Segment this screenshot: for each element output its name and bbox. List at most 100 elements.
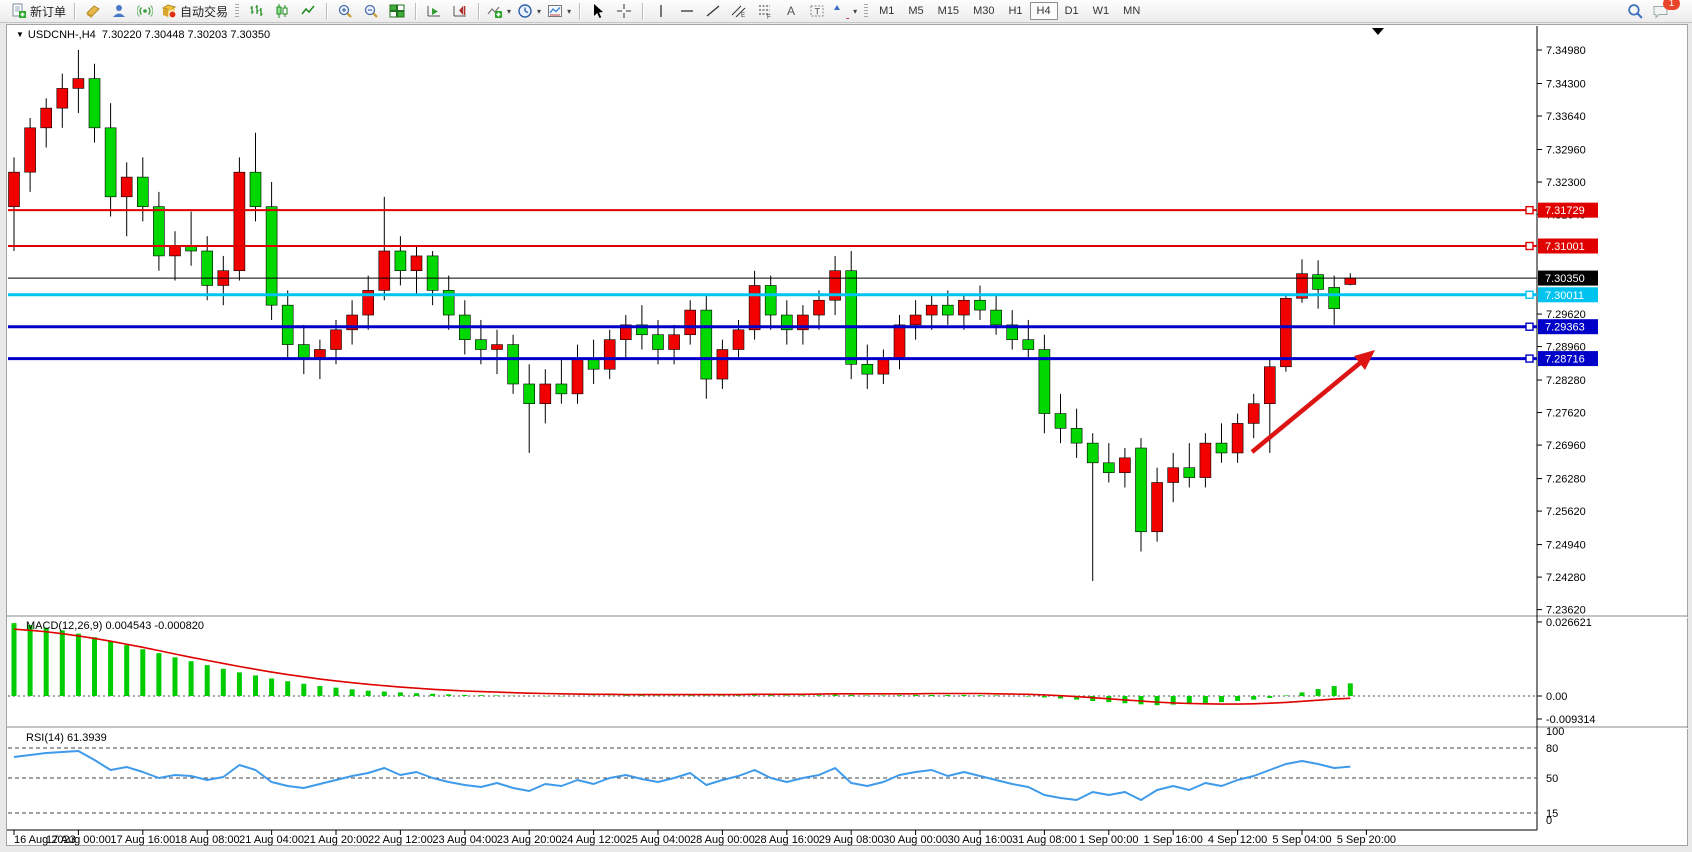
candle-up[interactable] [926,305,937,315]
periods-button[interactable]: ▾ [514,1,544,21]
trendline-tool-button[interactable] [700,1,726,21]
candle-up[interactable] [1264,367,1275,404]
channel-tool-button[interactable]: E [726,1,752,21]
candle-down[interactable] [556,384,567,394]
candle-up[interactable] [1152,483,1163,532]
candle-up[interactable] [1232,423,1243,453]
candle-up[interactable] [25,128,36,172]
candle-up[interactable] [1248,404,1259,424]
candle-down[interactable] [991,310,1002,325]
auto-scroll-button[interactable] [421,1,447,21]
candle-up[interactable] [749,285,760,329]
time-axis[interactable]: 16 Aug 202317 Aug 00:0017 Aug 16:0018 Au… [14,830,1396,846]
market-watch-button[interactable] [80,1,106,21]
candle-down[interactable] [653,335,664,350]
timeframe-m15-button[interactable]: M15 [931,2,966,20]
candle-up[interactable] [1280,298,1291,366]
candle-down[interactable] [427,256,438,290]
candle-down[interactable] [202,251,213,285]
timeframe-m1-button[interactable]: M1 [872,2,901,20]
signal-button[interactable] [132,1,158,21]
candle-up[interactable] [379,251,390,290]
timeframe-mn-button[interactable]: MN [1116,2,1147,20]
candle-down[interactable] [1136,448,1147,532]
candle-down[interactable] [1055,414,1066,429]
candle-down[interactable] [250,172,261,206]
timeframe-d1-button[interactable]: D1 [1058,2,1086,20]
candle-down[interactable] [1023,340,1034,350]
timeframe-h4-button[interactable]: H4 [1030,2,1058,20]
candle-down[interactable] [975,300,986,310]
text-label-tool-button[interactable]: T [804,1,830,21]
candle-up[interactable] [170,246,181,256]
zoom-out-button[interactable] [358,1,384,21]
candle-up[interactable] [41,108,52,128]
candle-down[interactable] [1071,428,1082,443]
candles[interactable] [9,50,1356,581]
candle-up[interactable] [492,345,503,350]
fibonacci-tool-button[interactable]: F [752,1,778,21]
candle-up[interactable] [572,359,583,393]
bar-chart-button[interactable] [243,1,269,21]
chart-menu-icon[interactable]: ▼ [16,30,24,39]
candle-up[interactable] [57,88,68,108]
candle-down[interactable] [1184,468,1195,478]
candle-down[interactable] [701,310,712,379]
candle-up[interactable] [878,359,889,374]
candle-down[interactable] [942,305,953,315]
candle-down[interactable] [1087,443,1098,463]
macd-panel[interactable]: 0.0266210.00-0.009314 [8,617,1596,726]
candle-down[interactable] [137,177,148,207]
toolbar-drag-handle[interactable] [235,4,239,19]
candle-down[interactable] [846,271,857,365]
new-order-button[interactable]: 新订单 [8,1,69,21]
candle-up[interactable] [604,340,615,370]
candle-up[interactable] [411,256,422,271]
candle-up[interactable] [669,335,680,350]
candle-up[interactable] [685,310,696,335]
line-chart-button[interactable] [295,1,321,21]
cursor-tool-button[interactable] [585,1,611,21]
candle-down[interactable] [1313,275,1324,290]
candle-down[interactable] [1216,443,1227,453]
rsi-panel[interactable]: 1008050150 [8,726,1564,827]
candle-down[interactable] [1103,463,1114,473]
candle-up[interactable] [234,172,245,271]
search-button[interactable] [1622,1,1648,21]
candle-up[interactable] [1168,468,1179,483]
toolbar-drag-handle[interactable] [864,4,868,19]
candle-up[interactable] [121,177,132,197]
candle-up[interactable] [958,300,969,315]
arrows-tool-button[interactable]: ▾ [830,1,860,21]
crosshair-tool-button[interactable] [611,1,637,21]
candle-up[interactable] [733,330,744,350]
candle-down[interactable] [282,305,293,344]
candle-down[interactable] [266,207,277,306]
candle-up[interactable] [910,315,921,325]
timeframe-m30-button[interactable]: M30 [966,2,1001,20]
text-tool-button[interactable]: A [778,1,804,21]
candle-down[interactable] [765,285,776,315]
horizontal-line-tool-button[interactable] [674,1,700,21]
price-axis[interactable]: 7.349807.343007.336407.329607.323007.316… [1537,45,1598,617]
notifications-button[interactable]: 1 [1648,1,1674,21]
vertical-line-tool-button[interactable] [648,1,674,21]
candle-up[interactable] [814,300,825,315]
candle-down[interactable] [475,340,486,350]
candle-down[interactable] [524,384,535,404]
candle-up[interactable] [540,384,551,404]
chart-shift-button[interactable] [447,1,473,21]
candle-up[interactable] [1119,458,1130,473]
zoom-in-button[interactable] [332,1,358,21]
candle-down[interactable] [105,128,116,197]
candle-down[interactable] [862,364,873,374]
tile-windows-button[interactable] [384,1,410,21]
chart-expand-icon[interactable] [1372,28,1384,35]
candle-up[interactable] [9,172,20,206]
timeframe-m5-button[interactable]: M5 [901,2,930,20]
timeframe-w1-button[interactable]: W1 [1086,2,1117,20]
candle-up[interactable] [331,330,342,350]
templates-button[interactable]: ▾ [544,1,574,21]
candle-up[interactable] [894,325,905,359]
data-window-button[interactable] [106,1,132,21]
